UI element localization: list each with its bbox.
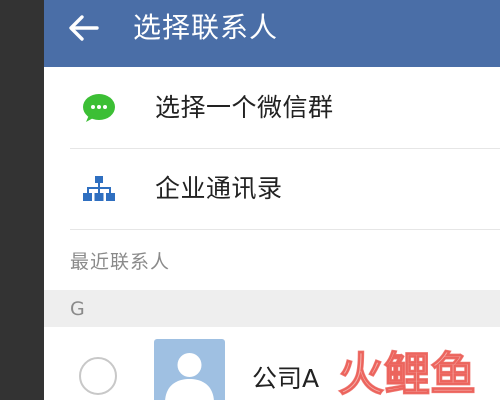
wechat-bubble-icon [83,94,115,122]
left-edge-strip [0,0,44,400]
page-title: 选择联系人 [133,11,279,44]
section-header: G [44,290,500,327]
company-directory-option[interactable]: 企业通讯录 [44,149,500,229]
select-wechat-group-option[interactable]: 选择一个微信群 [44,68,500,148]
person-avatar-icon [154,339,225,400]
select-radio-button[interactable] [79,357,117,395]
watermark-logo: 火鲤鱼 [337,346,476,400]
watermark-text: 火鲤鱼 [338,347,476,400]
org-chart-icon [83,176,115,201]
recent-contacts-label: 最近联系人 [70,251,171,273]
divider [70,229,500,230]
option-label: 企业通讯录 [155,174,283,203]
section-letter: G [70,298,85,320]
app-header: 选择联系人 [44,0,500,67]
option-label: 选择一个微信群 [155,93,334,122]
arrow-left-icon[interactable] [68,14,100,42]
